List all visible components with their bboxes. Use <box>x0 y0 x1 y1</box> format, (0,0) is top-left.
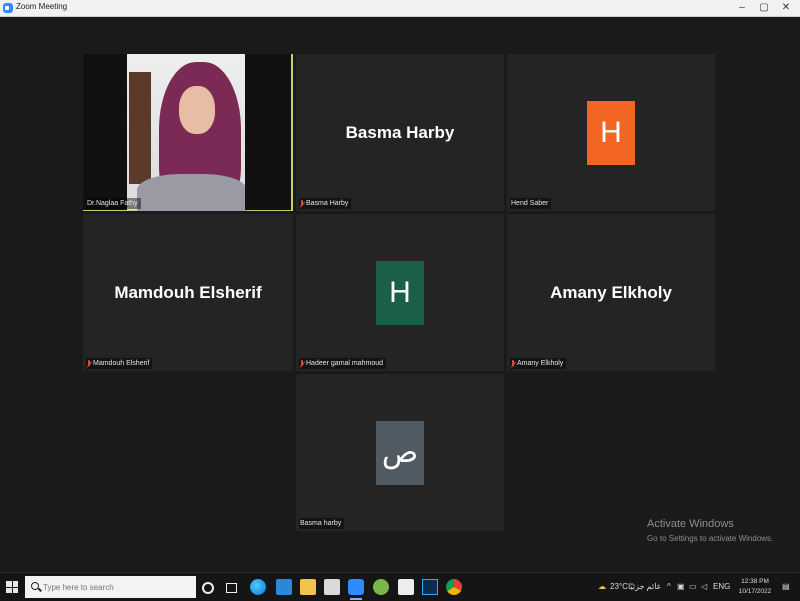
taskbar-search[interactable] <box>25 576 196 598</box>
show-hidden-icons[interactable]: ^ <box>667 573 671 601</box>
participant-display-name: Amany Elkholy <box>550 282 672 302</box>
battery-icon[interactable]: ▭ <box>689 573 697 601</box>
mail-icon[interactable] <box>276 579 292 595</box>
video-letterbox <box>83 54 127 210</box>
notifications-icon[interactable]: ▤ <box>782 573 790 601</box>
participant-tile-naglaa[interactable]: Dr.Naglaa Fathy <box>83 54 293 211</box>
search-icon <box>31 582 39 590</box>
taskbar: ☁ 23°C غائم جزئيًا ^ ▣ ▭ ◁ ENG 12:38 PM … <box>0 572 800 601</box>
participant-tile-hend[interactable]: H Hend Saber <box>507 54 715 211</box>
windows-start-icon[interactable] <box>6 581 18 593</box>
clock-time: 12:38 PM <box>741 578 769 585</box>
participant-avatar: ص <box>376 420 424 485</box>
participant-name: Hend Saber <box>511 200 549 207</box>
app-icon[interactable] <box>373 579 389 595</box>
task-view-icon[interactable] <box>226 583 237 593</box>
participant-name-label: Basma harby <box>299 518 345 529</box>
participant-name-label: Basma Harby <box>299 198 352 209</box>
chrome-icon[interactable] <box>446 579 462 595</box>
participant-display-name: Basma Harby <box>345 122 455 142</box>
mic-muted-icon <box>300 199 304 208</box>
participant-tile-basma[interactable]: Basma Harby Basma Harby <box>296 54 504 211</box>
weather-temperature[interactable]: 23°C <box>610 573 628 601</box>
participant-name-label: Amany Elkholy <box>510 358 567 369</box>
file-explorer-icon[interactable] <box>300 579 316 595</box>
participant-tile-hadeer[interactable]: H Hadeer gamal mahmoud <box>296 214 504 371</box>
participant-tile-mamdouh[interactable]: Mamdouh Elsherif Mamdouh Elsherif <box>83 214 293 371</box>
watermark-subtitle: Go to Settings to activate Windows. <box>647 534 774 543</box>
store-icon[interactable] <box>324 579 340 595</box>
participant-name: Amany Elkholy <box>517 360 564 367</box>
zoom-app-icon[interactable] <box>348 579 364 600</box>
clock[interactable]: 12:38 PM 10/17/2022 <box>735 577 775 597</box>
minimize-button[interactable]: – <box>730 0 754 16</box>
search-input[interactable] <box>43 580 191 594</box>
cortana-icon[interactable] <box>202 582 214 594</box>
participant-avatar: H <box>376 260 424 325</box>
language-indicator[interactable]: ENG <box>713 573 730 601</box>
participant-avatar: H <box>587 100 635 165</box>
gallery-view: Dr.Naglaa Fathy Basma Harby Basma Harby … <box>0 17 800 572</box>
mic-muted-icon <box>87 359 91 368</box>
video-person-shoulder <box>137 174 247 211</box>
photoshop-icon[interactable] <box>422 579 438 595</box>
mic-muted-icon <box>511 359 515 368</box>
video-person-face <box>179 86 215 134</box>
close-button[interactable]: ✕ <box>774 0 798 16</box>
participant-tile-amany[interactable]: Amany Elkholy Amany Elkholy <box>507 214 715 371</box>
window-title: Zoom Meeting <box>16 2 68 11</box>
participant-name-label: Hend Saber <box>510 198 552 209</box>
participant-name: Dr.Naglaa Fathy <box>87 200 138 207</box>
participant-name-label: Mamdouh Elsherif <box>86 358 153 369</box>
weather-description[interactable]: غائم جزئيًا <box>628 573 661 601</box>
clock-date: 10/17/2022 <box>738 588 772 595</box>
weather-icon: ☁ <box>598 582 606 591</box>
participant-name-label: Dr.Naglaa Fathy <box>86 198 141 209</box>
participant-display-name: Mamdouh Elsherif <box>114 282 262 302</box>
maximize-button[interactable]: ▢ <box>752 0 776 16</box>
mic-muted-icon <box>300 359 304 368</box>
participant-name-label: Hadeer gamal mahmoud <box>299 358 387 369</box>
participant-name: Mamdouh Elsherif <box>93 360 150 367</box>
notepad-icon[interactable] <box>398 579 414 595</box>
activate-windows-watermark: Activate Windows Go to Settings to activ… <box>647 518 773 543</box>
edge-browser-icon[interactable] <box>250 579 266 595</box>
participant-name: Hadeer gamal mahmoud <box>306 360 384 367</box>
participant-name: Basma harby <box>300 520 342 527</box>
video-background-door <box>129 72 151 184</box>
participant-name: Basma Harby <box>306 200 349 207</box>
participant-tile-basma-harby[interactable]: ص Basma harby <box>296 374 504 531</box>
title-bar: Zoom Meeting – ▢ ✕ <box>0 0 800 17</box>
watermark-title: Activate Windows <box>647 518 734 530</box>
network-icon[interactable]: ▣ <box>677 573 685 601</box>
volume-icon[interactable]: ◁ <box>701 573 707 601</box>
zoom-logo-icon <box>3 3 13 13</box>
video-letterbox <box>245 54 291 210</box>
